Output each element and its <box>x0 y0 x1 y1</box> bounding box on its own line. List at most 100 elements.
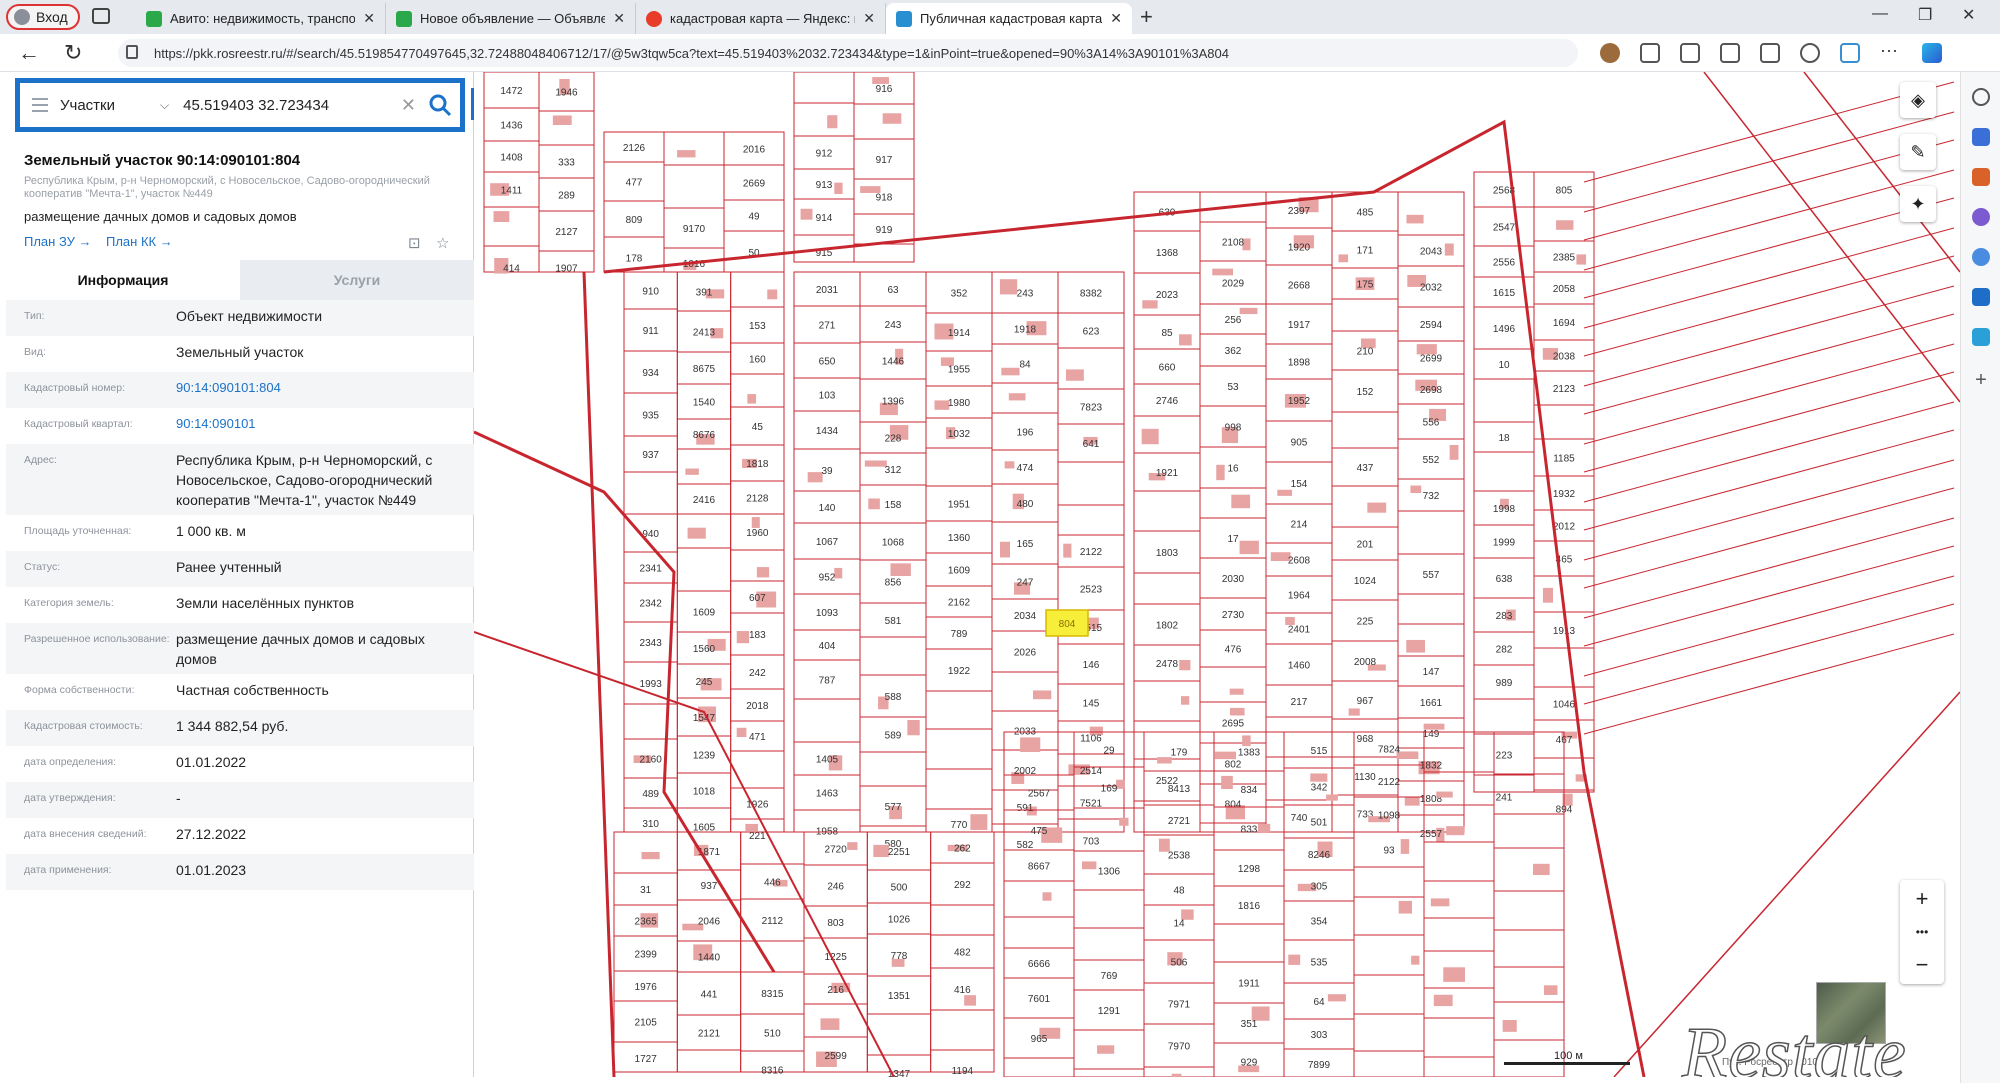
property-label: Статус: <box>24 561 61 573</box>
favorites-icon[interactable] <box>1720 43 1740 63</box>
search-sidebar-icon[interactable] <box>1972 88 1990 106</box>
zoom-out-button[interactable]: − <box>1916 952 1929 978</box>
tools-sidebar-icon[interactable] <box>1972 168 1990 186</box>
parcel-number-label: 510 <box>764 1029 781 1040</box>
field-boundary <box>1583 111 1955 213</box>
split-screen-icon[interactable] <box>1680 43 1700 63</box>
profile-button[interactable]: Вход <box>6 4 80 30</box>
parcel-outline <box>925 690 993 730</box>
plan-zu-link[interactable]: План ЗУ → <box>24 234 92 249</box>
browser-tab-pkk[interactable]: Публичная кадастровая карта ✕ <box>886 3 1132 34</box>
map-canvas[interactable]: 1472 1436 1408 1411 414 1946 333 289 2127 1907 212… <box>474 72 1960 1077</box>
parcel-number-label: 243 <box>1017 289 1034 300</box>
parcel-number-label: 1615 <box>1493 288 1516 299</box>
zoom-options-button[interactable]: ••• <box>1916 925 1929 939</box>
building-footprint <box>493 211 510 222</box>
parcel-number-label: 833 <box>1241 825 1258 836</box>
clear-search-icon[interactable]: ✕ <box>401 95 416 116</box>
collections-icon[interactable] <box>1760 43 1780 63</box>
zoom-to-object-icon[interactable]: ⊡ <box>408 234 421 252</box>
property-value: Частная собственность <box>176 682 329 698</box>
parcel-number-label: 482 <box>954 948 971 959</box>
favorite-star-icon[interactable]: ☆ <box>436 234 449 252</box>
building-footprint <box>834 182 843 195</box>
layer-select[interactable]: Участки <box>60 97 160 114</box>
parcel-number-label: 2012 <box>1553 522 1576 533</box>
parcel-number-label: 2121 <box>698 1029 721 1040</box>
parcel-number-label: 2594 <box>1420 320 1443 331</box>
parcel-number-label: 441 <box>701 990 718 1001</box>
sidebar-toggle-icon[interactable] <box>1840 43 1860 63</box>
back-icon[interactable]: ← <box>18 40 40 66</box>
add-sidebar-icon[interactable]: + <box>1972 370 1990 390</box>
zoom-in-button[interactable]: + <box>1916 886 1929 912</box>
parcel-number-label: 312 <box>885 465 902 476</box>
search-icon[interactable] <box>428 93 452 117</box>
close-tab-icon[interactable]: ✕ <box>613 10 625 27</box>
building-footprint <box>552 115 572 125</box>
parcel-number-label: 2112 <box>762 916 784 927</box>
close-tab-icon[interactable]: ✕ <box>1110 10 1122 27</box>
new-tab-icon[interactable]: + <box>1140 4 1153 30</box>
locate-icon[interactable]: ✦ <box>1900 186 1936 222</box>
browser-tab-avito[interactable]: Авито: недвижимость, транспо ✕ <box>136 3 386 34</box>
parcel-number-label: 506 <box>1171 958 1188 969</box>
yandex-favicon-icon <box>646 10 662 27</box>
building-footprint <box>685 468 699 475</box>
parcel-number-label: 2397 <box>1288 206 1311 217</box>
parcel-number-label: 8413 <box>1168 784 1191 795</box>
layers-icon[interactable]: ◈ <box>1900 82 1936 118</box>
parcel-number-label: 2746 <box>1156 396 1179 407</box>
parcel-outline <box>793 102 855 137</box>
people-sidebar-icon[interactable] <box>1972 208 1990 226</box>
extension-icon[interactable] <box>1600 43 1620 63</box>
parcel-number-label: 968 <box>1357 734 1374 745</box>
copilot-icon[interactable] <box>1922 43 1942 63</box>
minimize-icon[interactable]: — <box>1872 5 1888 23</box>
outlook-sidebar-icon[interactable] <box>1972 288 1990 306</box>
parcel-outline <box>1199 666 1267 703</box>
parcel-number-label: 1434 <box>816 426 839 437</box>
copilot-sidebar-icon[interactable] <box>1972 248 1990 266</box>
parcel-number-label: 1998 <box>1493 504 1516 515</box>
close-window-icon[interactable]: ✕ <box>1962 5 1975 25</box>
restore-icon[interactable]: ❐ <box>1918 5 1932 25</box>
building-footprint <box>1004 461 1015 469</box>
parcel-number-label: 2128 <box>746 494 769 505</box>
ruler-icon[interactable]: ✎ <box>1900 134 1936 170</box>
tag-sidebar-icon[interactable] <box>1972 128 1990 146</box>
extensions-puzzle-icon[interactable] <box>1640 43 1660 63</box>
field-boundary <box>1583 313 1955 415</box>
property-row: дата утверждения: - <box>6 782 474 818</box>
chevron-down-icon[interactable]: ⌵ <box>160 98 169 113</box>
menu-icon[interactable] <box>20 83 60 127</box>
more-menu-icon[interactable]: ··· <box>1880 41 1900 63</box>
parcel-number-label: 1960 <box>746 528 769 539</box>
property-value-link[interactable]: 90:14:090101:804 <box>176 378 464 403</box>
field-boundary <box>1583 255 1955 357</box>
property-label: Тип: <box>24 310 45 322</box>
cadastral-map[interactable]: 1472 1436 1408 1411 414 1946 333 289 2127 1907 212… <box>474 72 1960 1077</box>
tab-info[interactable]: Информация <box>6 260 240 300</box>
browser-essentials-icon[interactable] <box>1800 43 1820 63</box>
property-label: Площадь уточненная: <box>24 525 132 537</box>
url-field[interactable]: https://pkk.rosreestr.ru/#/search/45.519… <box>118 39 1578 67</box>
property-value-link[interactable]: 90:14:090101 <box>176 414 464 439</box>
browser-tab-new-ad[interactable]: Новое объявление — Объявле ✕ <box>386 3 636 34</box>
field-boundary <box>1583 429 1955 531</box>
tab-actions-icon[interactable] <box>92 8 110 24</box>
parcel-number-label: 2669 <box>743 179 766 190</box>
parcel-number-label: 803 <box>827 918 844 929</box>
parcel-outline <box>1397 191 1465 236</box>
reload-icon[interactable]: ↻ <box>64 40 82 66</box>
close-tab-icon[interactable]: ✕ <box>363 10 375 27</box>
plan-kk-link[interactable]: План КК → <box>106 234 173 249</box>
parcel-number-label: 989 <box>1496 678 1513 689</box>
building-footprint <box>873 844 889 858</box>
tab-services[interactable]: Услуги <box>240 260 474 300</box>
search-input[interactable] <box>183 96 384 114</box>
parcel-number-label: 1547 <box>693 713 716 724</box>
close-tab-icon[interactable]: ✕ <box>863 10 875 27</box>
browser-tab-yandex[interactable]: кадастровая карта — Яндекс: н ✕ <box>636 3 886 34</box>
send-sidebar-icon[interactable] <box>1972 328 1990 346</box>
